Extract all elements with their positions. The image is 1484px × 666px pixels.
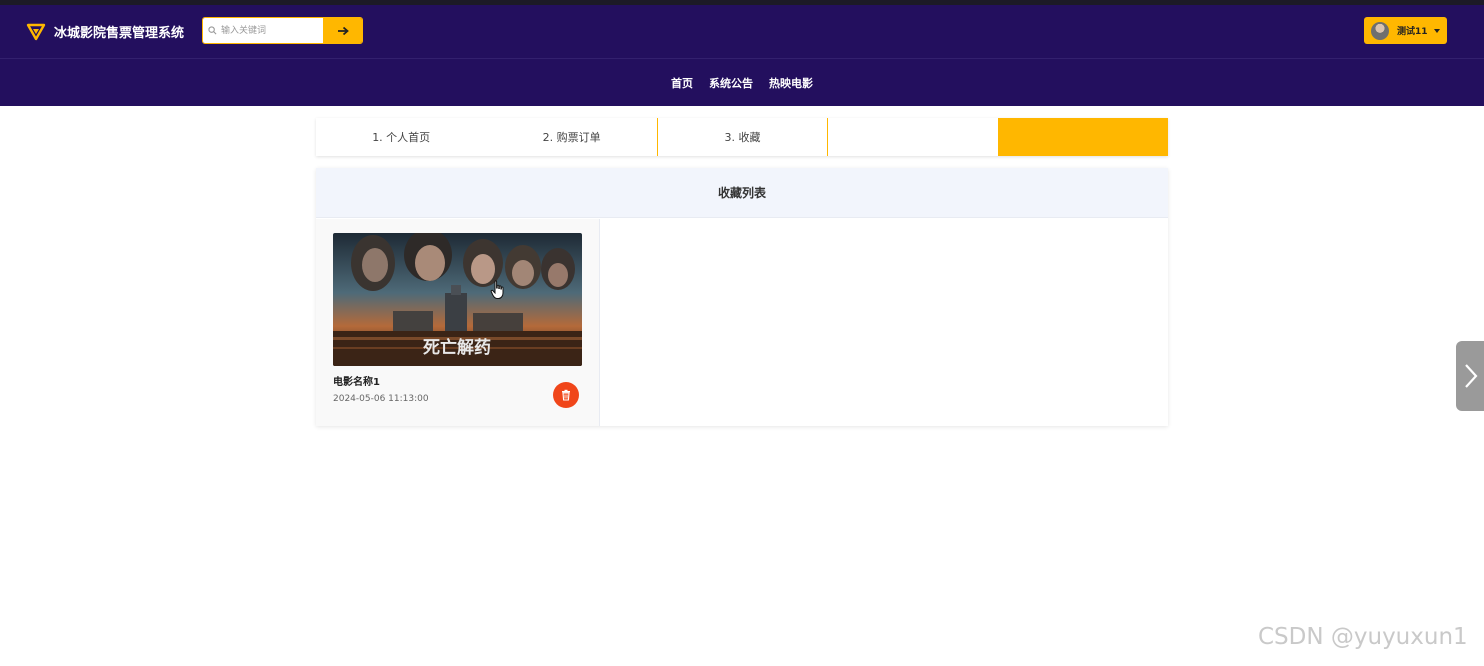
brand[interactable]: 冰城影院售票管理系统: [26, 19, 184, 43]
panel-title: 收藏列表: [316, 168, 1168, 218]
search-box: [202, 17, 363, 44]
favorites-panel: 收藏列表 死亡解药 电影名称1 2024-05-06 11:13:00: [316, 168, 1168, 426]
movie-poster[interactable]: 死亡解药: [333, 233, 582, 366]
search-field: [203, 18, 323, 43]
arrow-right-icon: [337, 26, 349, 35]
hand-cursor-icon: [490, 280, 504, 299]
caret-down-icon: [1433, 28, 1440, 33]
favorite-time: 2024-05-06 11:13:00: [333, 394, 429, 404]
tab-empty-5[interactable]: [997, 118, 1168, 156]
tab-orders[interactable]: 2. 购票订单: [486, 118, 656, 156]
delete-favorite-button[interactable]: [553, 382, 579, 408]
chevron-right-icon: [1465, 364, 1478, 388]
logo-icon: [26, 23, 46, 41]
user-menu-button[interactable]: 测试11: [1364, 17, 1447, 44]
main-nav: 首页 系统公告 热映电影: [0, 58, 1484, 106]
brand-title: 冰城影院售票管理系统: [54, 25, 185, 41]
next-arrow-button[interactable]: [1456, 341, 1484, 411]
favorite-card: 死亡解药 电影名称1 2024-05-06 11:13:00: [316, 219, 600, 426]
nav-movies[interactable]: 热映电影: [769, 75, 813, 91]
tab-empty-4[interactable]: [827, 118, 997, 156]
watermark: CSDN @yuyuxun1: [1258, 624, 1468, 650]
search-input[interactable]: [221, 20, 319, 41]
movie-name[interactable]: 电影名称1: [333, 373, 380, 388]
profile-tabs: 1. 个人首页 2. 购票订单 3. 收藏: [316, 118, 1168, 156]
tab-favorites[interactable]: 3. 收藏: [656, 118, 827, 156]
tab-profile[interactable]: 1. 个人首页: [316, 118, 486, 156]
nav-home[interactable]: 首页: [671, 75, 693, 91]
poster-title: 死亡解药: [423, 337, 491, 358]
nav-announcements[interactable]: 系统公告: [709, 75, 753, 91]
trash-icon: [562, 389, 570, 401]
avatar: [1371, 21, 1389, 40]
poster-image: 死亡解药: [333, 233, 582, 366]
search-button[interactable]: [323, 18, 362, 43]
search-icon: [208, 26, 217, 35]
user-name: 测试11: [1397, 27, 1428, 37]
header: 冰城影院售票管理系统 测试11: [0, 5, 1484, 58]
